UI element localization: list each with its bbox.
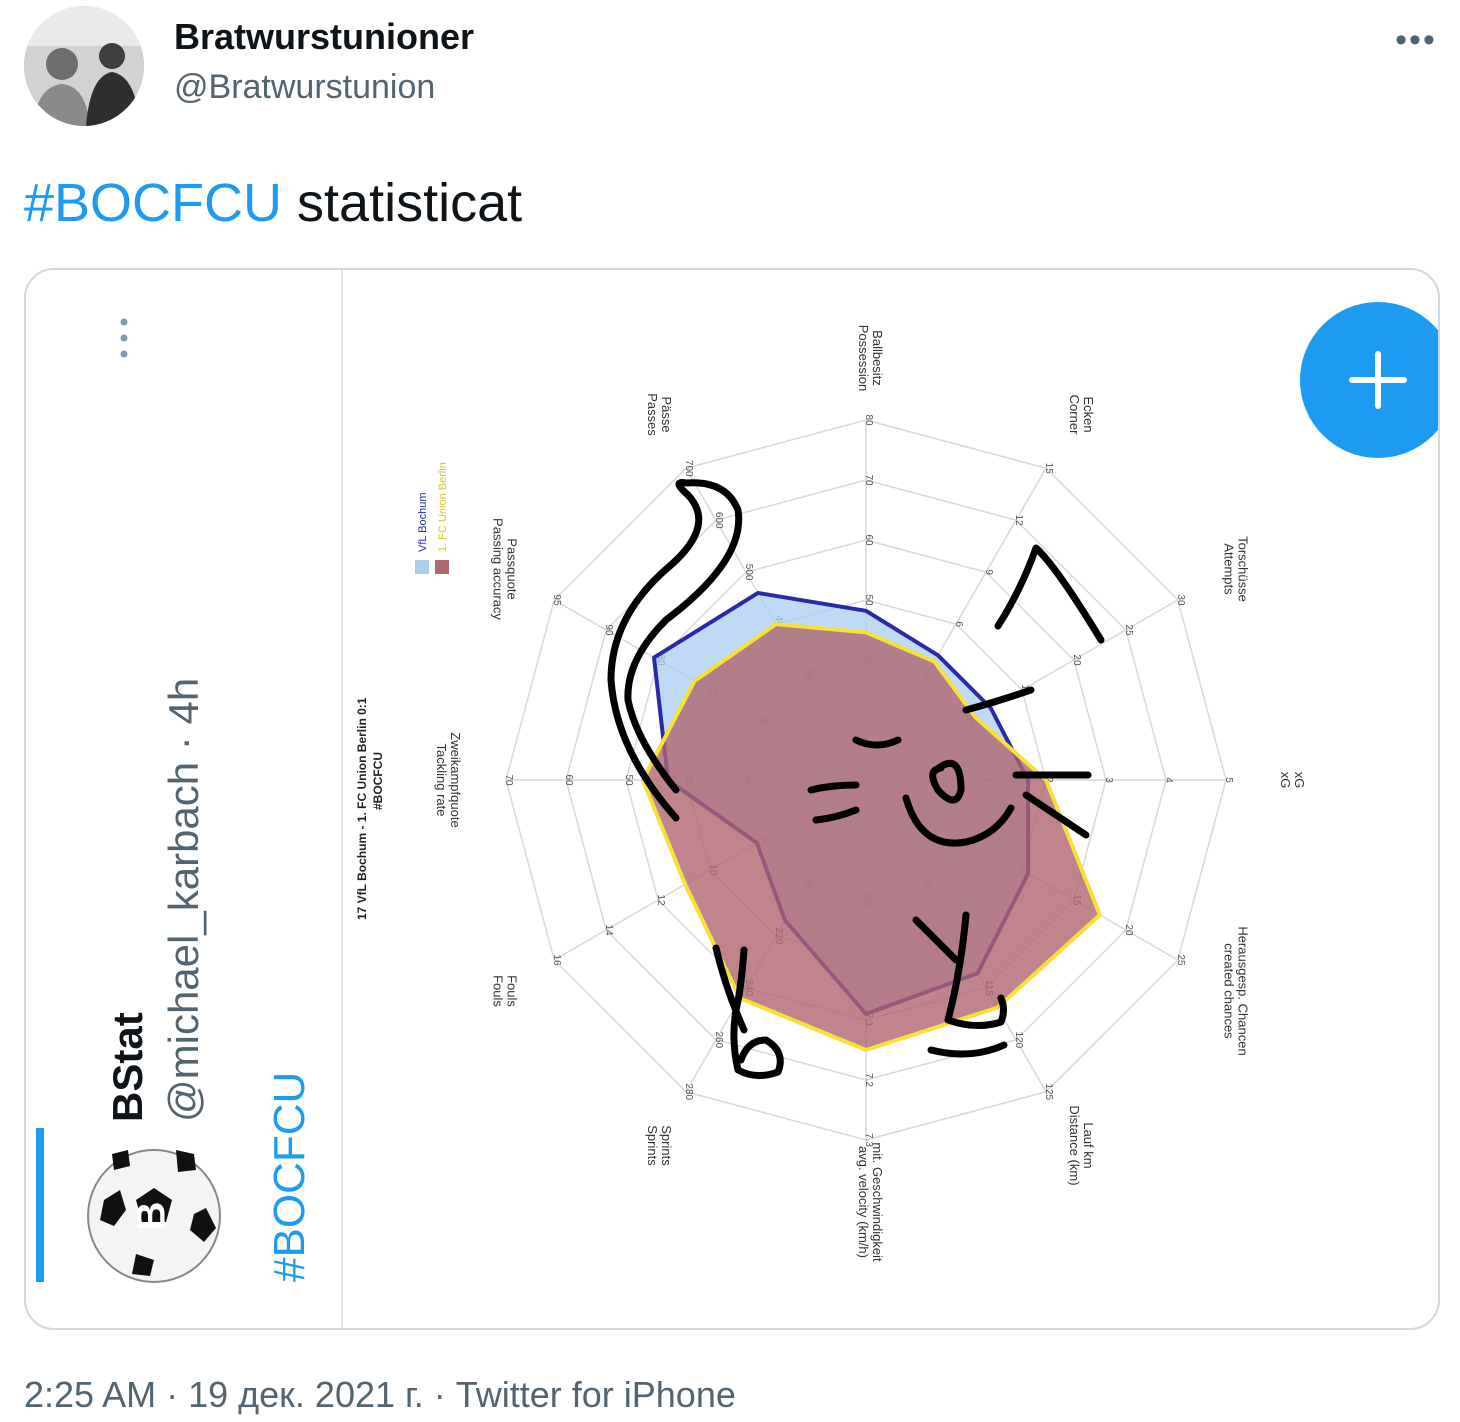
tick-label: 25 xyxy=(1123,624,1134,636)
tick-label: 50 xyxy=(623,774,634,786)
tweet-source[interactable]: Twitter for iPhone xyxy=(456,1374,736,1415)
tick-label: 15 xyxy=(1043,463,1054,475)
thread-line xyxy=(36,1128,44,1282)
axis-label: Lauf km xyxy=(1081,1122,1096,1168)
legend-label: VfL Bochum xyxy=(417,492,429,552)
tweet-time[interactable]: 2:25 AM xyxy=(24,1374,156,1415)
legend-swatch xyxy=(435,560,449,574)
embedded-author-name[interactable]: BStat xyxy=(104,1012,151,1122)
tweet-date[interactable]: 19 дек. 2021 г. xyxy=(188,1374,424,1415)
user-handle[interactable]: @Bratwurstunion xyxy=(174,68,435,107)
axis-label: Zweikampfquote xyxy=(448,732,463,827)
more-horizontal-icon[interactable]: ••• xyxy=(1392,20,1440,60)
tick-label: 3 xyxy=(1103,777,1114,783)
plus-icon-fab[interactable] xyxy=(1300,302,1438,458)
tick-label: 280 xyxy=(683,1083,694,1100)
axis-label: xG xyxy=(1292,772,1307,789)
axis-label: Pässe xyxy=(659,396,674,432)
tweet-media[interactable]: B BStat @michael_karbach · 4h #BOCFCU 12… xyxy=(24,268,1440,1330)
axis-label: Ecken xyxy=(1081,396,1096,432)
tick-label: 20 xyxy=(1071,654,1082,666)
axis-label: Attempts xyxy=(1221,543,1236,595)
soccer-ball-avatar[interactable]: B xyxy=(87,1149,221,1283)
tick-label: 80 xyxy=(863,414,874,426)
tick-label: 30 xyxy=(1175,594,1186,606)
axis-label: Fouls xyxy=(491,975,506,1007)
tick-label: 95 xyxy=(551,594,562,606)
axis-label: Herausgesp. Chancen xyxy=(1235,926,1250,1055)
axis-label: Torschüsse xyxy=(1235,536,1250,602)
tick-label: 125 xyxy=(1043,1083,1054,1100)
tick-label: 50 xyxy=(863,594,874,606)
tick-label: 90 xyxy=(603,624,614,636)
author-avatar[interactable] xyxy=(24,6,144,126)
media-canvas: B BStat @michael_karbach · 4h #BOCFCU 12… xyxy=(36,270,1438,1328)
tweet-footer: 2:25 AM · 19 дек. 2021 г. · Twitter for … xyxy=(24,1374,736,1416)
more-vertical-icon[interactable] xyxy=(120,318,128,358)
tweet-text: #BOCFCU statisticat xyxy=(24,172,522,234)
tick-label: 12 xyxy=(655,894,666,906)
tick-label: 500 xyxy=(743,564,754,581)
axis-label: Sprints xyxy=(645,1125,660,1166)
axis-label: avg. velocity (km/h) xyxy=(856,1146,871,1258)
embedded-hashtag[interactable]: #BOCFCU xyxy=(265,1072,314,1282)
tick-label: 16 xyxy=(551,954,562,966)
axis-label: Fouls xyxy=(505,975,520,1007)
chart-subtitle: #BOCFCU xyxy=(371,752,385,810)
axis-label: Corner xyxy=(1067,395,1082,435)
separator: · xyxy=(156,1374,189,1415)
avatar-photo xyxy=(24,6,144,126)
legend-swatch xyxy=(415,560,429,574)
axis-label: Passing accuracy xyxy=(491,518,506,620)
tick-label: 70 xyxy=(503,774,514,786)
tick-label: 700 xyxy=(683,460,694,477)
tick-label: 20 xyxy=(1123,924,1134,936)
embedded-author-meta: @michael_karbach · 4h xyxy=(160,678,207,1122)
axis-label: Passquote xyxy=(505,538,520,599)
axis-label: Possession xyxy=(856,325,871,391)
separator: · xyxy=(423,1374,456,1415)
tick-label: 14 xyxy=(603,924,614,936)
tick-label: 70 xyxy=(863,474,874,486)
tweet-body: statisticat xyxy=(282,173,523,233)
axis-label: xG xyxy=(1278,772,1293,789)
axis-label: Distance (km) xyxy=(1067,1105,1082,1185)
tick-label: 5 xyxy=(1223,777,1234,783)
tick-label: 25 xyxy=(1175,954,1186,966)
avatar-letter: B xyxy=(130,1202,174,1231)
radar-chart: 12345xGxG510152025Herausgesp. Chancencre… xyxy=(355,325,1307,1262)
axis-label: mit. Geschwindigkeit xyxy=(870,1142,885,1262)
axis-label: Tackling rate xyxy=(434,744,449,817)
chart-title: 17 VfL Bochum - 1. FC Union Berlin 0:1 xyxy=(355,697,369,920)
tick-label: 12 xyxy=(1013,515,1024,527)
axis-label: Ballbesitz xyxy=(870,330,885,386)
tick-label: 6 xyxy=(953,621,964,627)
tick-label: 4 xyxy=(1163,777,1174,783)
legend-label: 1. FC Union Berlin xyxy=(437,462,449,552)
axis-label: Passes xyxy=(645,393,660,436)
display-name[interactable]: Bratwurstunioner xyxy=(174,16,474,58)
tick-label: 7.2 xyxy=(863,1073,874,1087)
axis-label: Sprints xyxy=(659,1125,674,1166)
tick-label: 9 xyxy=(983,569,994,575)
tick-label: 60 xyxy=(863,534,874,546)
axis-label: created chances xyxy=(1221,943,1236,1039)
tick-label: 120 xyxy=(1013,1031,1024,1048)
hashtag-link[interactable]: #BOCFCU xyxy=(24,173,282,233)
tick-label: 260 xyxy=(713,1031,724,1048)
tick-label: 600 xyxy=(713,512,724,529)
tick-label: 60 xyxy=(563,774,574,786)
